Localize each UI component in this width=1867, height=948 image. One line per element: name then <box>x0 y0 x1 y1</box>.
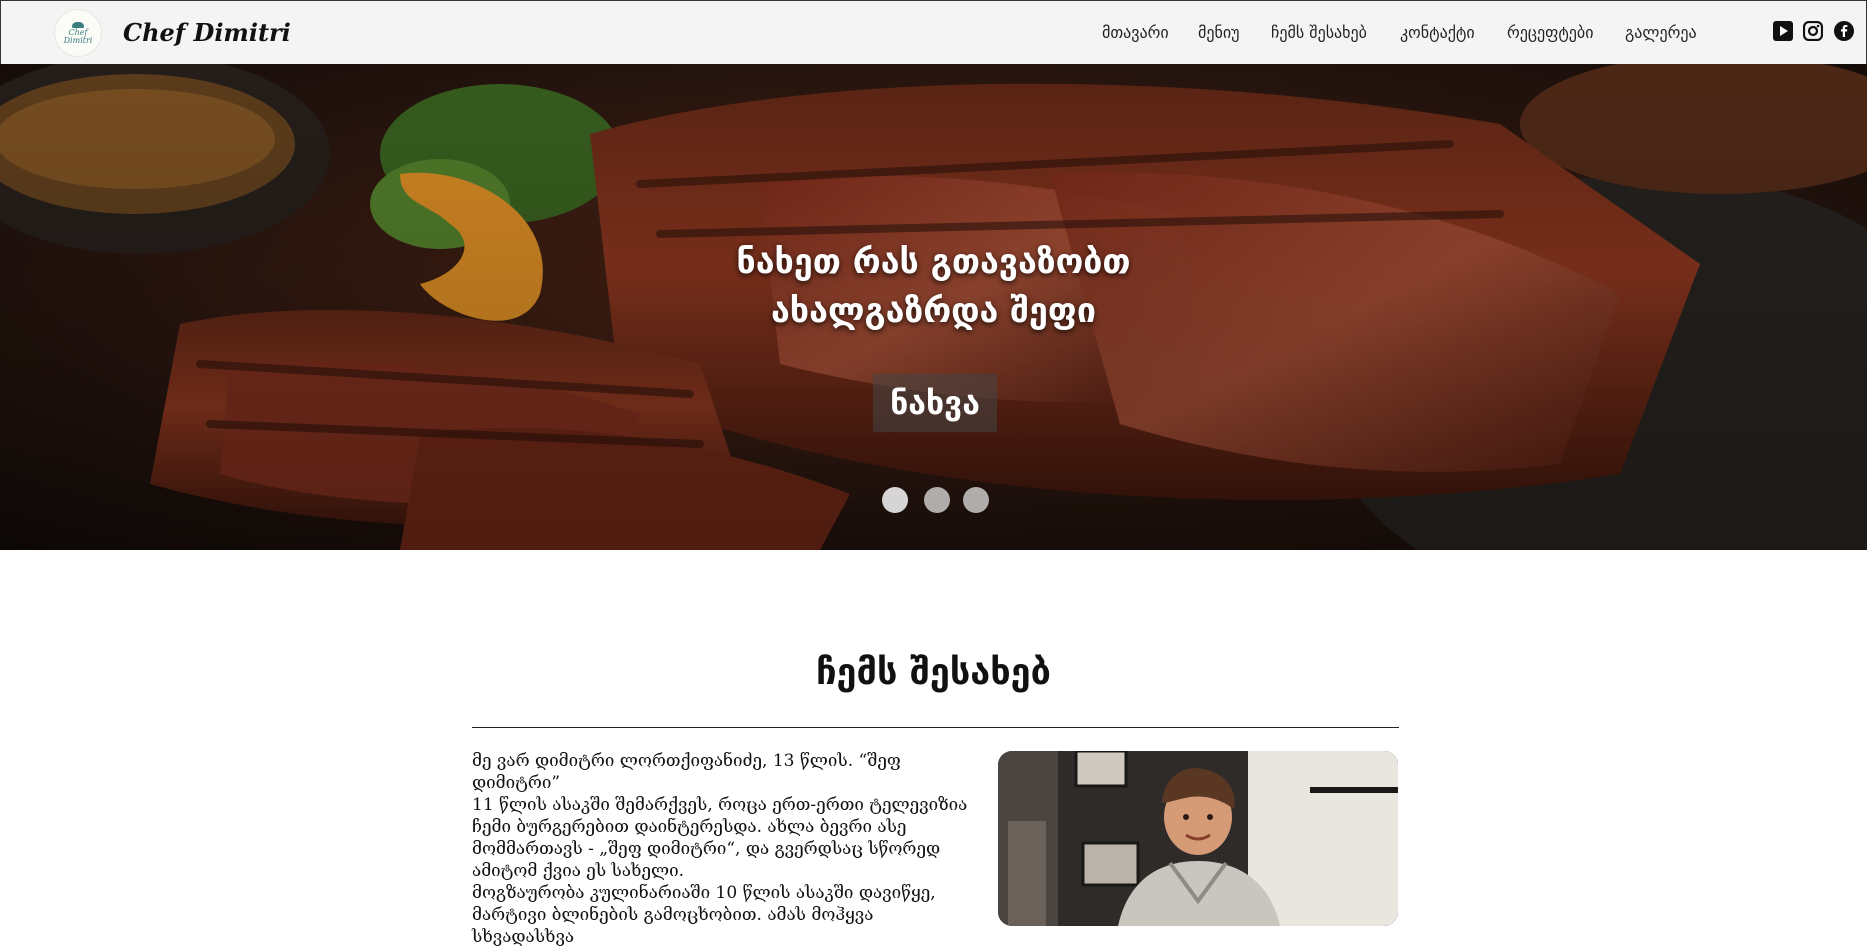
nav-item-about[interactable]: ჩემს შესახებ <box>1271 23 1367 42</box>
nav-item-home[interactable]: მთავარი <box>1102 23 1169 42</box>
chef-photo <box>998 751 1398 926</box>
hero-carousel[interactable]: ნახეთ რას გთავაზობთ ახალგაზრდა შეფი ნახვ… <box>0 64 1867 550</box>
hero-view-button[interactable]: ნახვა <box>873 374 997 432</box>
carousel-dot-1[interactable] <box>882 487 908 513</box>
instagram-icon[interactable] <box>1803 21 1823 41</box>
hero-title-line1: ნახეთ რას გთავაზობთ <box>736 242 1131 282</box>
nav-item-contact[interactable]: კონტაქტი <box>1400 23 1475 42</box>
about-line: 11 წლის ასაკში შემარქვეს, როცა ერთ-ერთი … <box>472 795 968 815</box>
facebook-icon[interactable] <box>1834 21 1854 41</box>
site-header: Chef Dimitri Chef Dimitri მთავარი მენიუ … <box>0 0 1867 65</box>
youtube-icon[interactable] <box>1773 21 1793 41</box>
logo-text-bottom: Dimitri <box>63 35 93 45</box>
about-paragraph: მე ვარ დიმიტრი ლორთქიფანიძე, 13 წლის. “შ… <box>472 750 972 948</box>
about-divider <box>472 727 1399 728</box>
carousel-dot-2[interactable] <box>924 487 950 513</box>
about-title: ჩემს შესახებ <box>816 652 1051 693</box>
about-line: მომმართავს - „შეფ დიმიტრი“, და გვერდსაც … <box>472 839 941 859</box>
about-line: მოგზაურობა კულინარიაში 10 წლის ასაკში და… <box>472 883 936 903</box>
about-line: ამიტომ ქვია ეს სახელი. <box>472 861 685 881</box>
about-line: მე ვარ დიმიტრი ლორთქიფანიძე, 13 წლის. “შ… <box>472 751 901 793</box>
chef-logo[interactable]: Chef Dimitri <box>55 10 101 56</box>
carousel-dot-3[interactable] <box>963 487 989 513</box>
about-line: ჩემი ბურგერებით დაინტერესდა. ახლა ბევრი … <box>472 817 907 837</box>
chef-hat-icon <box>72 21 84 28</box>
brand-name[interactable]: Chef Dimitri <box>123 18 291 47</box>
hero-title-line2: ახალგაზრდა შეფი <box>770 291 1096 331</box>
nav-item-menu[interactable]: მენიუ <box>1198 23 1239 42</box>
nav-item-recipes[interactable]: რეცეფტები <box>1507 23 1593 42</box>
nav-item-gallery[interactable]: გალერეა <box>1625 23 1697 42</box>
